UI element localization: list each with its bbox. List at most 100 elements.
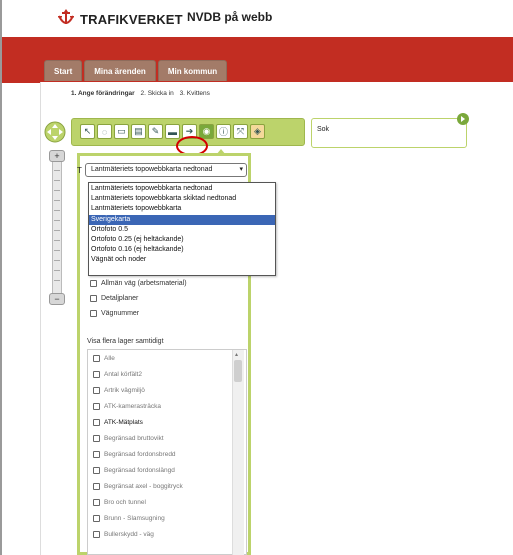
- step-kvittens[interactable]: 3. Kvittens: [180, 90, 210, 97]
- dropdown-option[interactable]: Lantmäteriets topowebbkarta: [89, 204, 275, 214]
- measure-icon[interactable]: ◌: [97, 124, 112, 139]
- list-item-label: Begränsad fordonslängd: [104, 467, 175, 474]
- list-item-label: Begränsad fordonsbredd: [104, 451, 176, 458]
- tab-min-kommun[interactable]: Min kommun: [157, 60, 228, 81]
- zoom-in-icon[interactable]: +: [49, 150, 65, 162]
- checkbox[interactable]: [93, 467, 100, 474]
- list-item-label: Begränsat axel - boggitryck: [104, 483, 183, 490]
- dropdown-option[interactable]: Ortofoto 0.16 (ej heltäckande): [89, 245, 275, 255]
- list-item[interactable]: ATK-Mätplats: [93, 419, 143, 426]
- checkbox[interactable]: [90, 310, 97, 317]
- multi-layer-title: Visa flera lager samtidigt: [87, 338, 164, 345]
- dropdown-option[interactable]: Ortofoto 0.5: [89, 225, 275, 235]
- list-item[interactable]: Begränsad fordonsbredd: [93, 451, 176, 458]
- checkbox[interactable]: [93, 531, 100, 538]
- zoom-tick: [54, 240, 60, 241]
- checkbox[interactable]: [93, 483, 100, 490]
- dropdown-option[interactable]: Lantmäteriets topowebbkarta skiktad nedt…: [89, 194, 275, 204]
- info-icon[interactable]: ⓘ: [216, 124, 231, 139]
- tab-start[interactable]: Start: [44, 60, 83, 81]
- list-item[interactable]: Bro och tunnel: [93, 499, 146, 506]
- checkbox-label: Detaljplaner: [101, 295, 139, 302]
- zoom-tick: [54, 190, 60, 191]
- checkbox-label: Vägnummer: [101, 310, 140, 317]
- pointer-icon[interactable]: ↖: [80, 124, 95, 139]
- list-item-label: Artrik vägmiljö: [104, 387, 145, 394]
- zoom-tick: [54, 270, 60, 271]
- panel-t-letter: T: [77, 166, 82, 175]
- zoom-tick: [54, 200, 60, 201]
- panel-collapse-icon[interactable]: [215, 148, 227, 156]
- list-item[interactable]: Begränsad fordonslängd: [93, 467, 175, 474]
- basemap-select[interactable]: Lantmäteriets topowebbkarta nedtonad ▾: [85, 163, 247, 177]
- list-item-label: Alle: [104, 355, 115, 362]
- trafikverket-logo-icon: [58, 9, 74, 24]
- checkbox[interactable]: [93, 419, 100, 426]
- list-item-label: Bullerskydd - väg: [104, 531, 154, 538]
- layers-icon[interactable]: ▬: [165, 124, 180, 139]
- list-item[interactable]: Begränsad bruttovikt: [93, 435, 164, 442]
- checkbox[interactable]: [93, 371, 100, 378]
- list-item[interactable]: ATK-kamerasträcka: [93, 403, 161, 410]
- dropdown-option[interactable]: Lantmäteriets topowebbkarta nedtonad: [89, 184, 275, 194]
- zoom-slider[interactable]: [52, 154, 62, 304]
- layer-checkbox-row[interactable]: Allmän väg (arbetsmaterial): [90, 280, 187, 287]
- checkbox[interactable]: [93, 435, 100, 442]
- target-icon[interactable]: ◉: [199, 124, 214, 139]
- list-item[interactable]: Bullerskydd - väg: [93, 531, 154, 538]
- checkbox[interactable]: [93, 451, 100, 458]
- basemap-dropdown: Lantmäteriets topowebbkarta nedtonad Lan…: [88, 182, 276, 276]
- layer-checkbox-row[interactable]: Vägnummer: [90, 310, 139, 317]
- list-item[interactable]: Antal körfält2: [93, 371, 142, 378]
- step-skicka-in[interactable]: 2. Skicka in: [141, 90, 174, 97]
- zoom-tick: [54, 250, 60, 251]
- tab-mina-arenden[interactable]: Mina ärenden: [84, 60, 156, 81]
- zoom-tick: [54, 170, 60, 171]
- print-icon[interactable]: ▭: [114, 124, 129, 139]
- list-item[interactable]: Brunn - Slamsugning: [93, 515, 165, 522]
- save-icon[interactable]: ▤: [131, 124, 146, 139]
- checkbox[interactable]: [90, 280, 97, 287]
- draw-icon[interactable]: ✎: [148, 124, 163, 139]
- dropdown-option[interactable]: Vägnät och noder: [89, 255, 275, 265]
- list-item-label: Brunn - Slamsugning: [104, 515, 165, 522]
- list-item-label: Begränsad bruttovikt: [104, 435, 164, 442]
- layer-checkbox-row[interactable]: Detaljplaner: [90, 295, 138, 302]
- zoom-tick: [54, 180, 60, 181]
- search-go-icon[interactable]: [456, 112, 470, 126]
- app-title: NVDB på webb: [187, 10, 273, 24]
- zoom-out-icon[interactable]: −: [49, 293, 65, 305]
- chevron-down-icon: ▾: [239, 166, 243, 173]
- checkbox[interactable]: [90, 295, 97, 302]
- brand-name: TRAFIKVERKET: [80, 12, 183, 27]
- list-item-label: ATK-Mätplats: [104, 419, 143, 426]
- checkbox[interactable]: [93, 403, 100, 410]
- search-box[interactable]: Sok: [311, 118, 467, 148]
- list-item-label: Bro och tunnel: [104, 499, 146, 506]
- dropdown-option-selected[interactable]: Sverigekarta: [89, 214, 275, 225]
- zoom-tick: [54, 280, 60, 281]
- list-item-label: Antal körfält2: [104, 371, 142, 378]
- search-label: Sok: [317, 126, 330, 133]
- basemap-select-value: Lantmäteriets topowebbkarta nedtonad: [91, 166, 213, 173]
- list-item[interactable]: Alle: [93, 355, 115, 362]
- checkbox[interactable]: [93, 355, 100, 362]
- checkbox-label: Allmän väg (arbetsmaterial): [101, 280, 187, 287]
- layer-list: Alle Antal körfält2 Artrik vägmiljö ATK-…: [87, 349, 247, 555]
- zoom-tick: [54, 260, 60, 261]
- gps-icon[interactable]: ◈: [250, 124, 265, 139]
- checkbox[interactable]: [93, 387, 100, 394]
- list-item[interactable]: Artrik vägmiljö: [93, 387, 145, 394]
- zoom-tick: [54, 220, 60, 221]
- scrollbar-thumb[interactable]: [234, 360, 242, 382]
- checkbox[interactable]: [93, 499, 100, 506]
- dropdown-option[interactable]: Ortofoto 0.25 (ej heltäckande): [89, 235, 275, 245]
- list-item[interactable]: Begränsat axel - boggitryck: [93, 483, 183, 490]
- fullscreen-icon[interactable]: ⤧: [233, 124, 248, 139]
- scroll-up-icon[interactable]: ▴: [235, 351, 238, 358]
- step-ange-forandringar[interactable]: 1. Ange förändringar: [71, 90, 135, 97]
- checkbox[interactable]: [93, 515, 100, 522]
- main-tabs: Start Mina ärenden Min kommun: [44, 60, 228, 81]
- pan-control-icon[interactable]: [44, 121, 66, 143]
- zoom-tick: [54, 210, 60, 211]
